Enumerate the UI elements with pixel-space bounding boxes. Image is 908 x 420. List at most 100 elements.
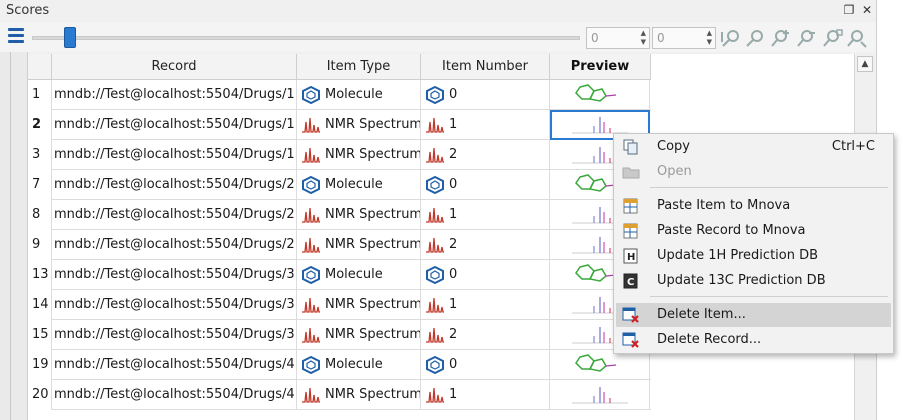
zoom-out-icon[interactable] (796, 28, 818, 48)
row-number[interactable]: 13 (28, 260, 52, 290)
row-number[interactable]: 7 (28, 170, 52, 200)
row-number[interactable]: 1 (28, 80, 52, 110)
item-type-cell[interactable]: NMR Spectrum (297, 320, 421, 350)
item-number-cell[interactable]: 2 (421, 230, 550, 260)
item-type-cell[interactable]: NMR Spectrum (297, 110, 421, 140)
zoom-in-icon[interactable] (770, 28, 792, 48)
record-cell[interactable]: mndb://Test@localhost:5504/Drugs/4 (52, 380, 297, 410)
item-type-cell[interactable]: NMR Spectrum (297, 140, 421, 170)
zoom-previous-icon[interactable] (744, 28, 766, 48)
menu-item-update-13c[interactable]: C Update 13C Prediction DB (616, 269, 891, 293)
menu-item-paste-record[interactable]: Paste Record to Mnova (616, 219, 891, 243)
column-header-record[interactable]: Record (52, 54, 297, 80)
preview-cell[interactable] (550, 80, 650, 110)
record-cell[interactable]: mndb://Test@localhost:5504/Drugs/3 (52, 320, 297, 350)
spin-arrows-icon[interactable]: ▲ ▼ (641, 29, 646, 47)
menu-item-delete-record[interactable]: Delete Record... (616, 328, 891, 352)
item-type-cell[interactable]: Molecule (297, 260, 421, 290)
item-number-label: 2 (449, 327, 458, 342)
nmr-spectrum-icon (425, 296, 445, 314)
menu-item-update-1h[interactable]: H Update 1H Prediction DB (616, 244, 891, 268)
menu-label: Delete Item... (657, 307, 746, 322)
zoom-first-icon[interactable] (720, 28, 742, 48)
menu-label: Paste Record to Mnova (657, 223, 806, 238)
delete-table-icon (622, 332, 640, 348)
item-number-cell[interactable]: 0 (421, 350, 550, 380)
menu-item-paste-item[interactable]: Paste Item to Mnova (616, 194, 891, 218)
nmr-spectrum-icon (425, 386, 445, 404)
column-header-preview[interactable]: Preview (550, 54, 651, 80)
table-row[interactable]: 8 mndb://Test@localhost:5504/Drugs/2 NMR S… (28, 200, 651, 230)
item-type-cell[interactable]: NMR Spectrum (297, 200, 421, 230)
record-cell[interactable]: mndb://Test@localhost:5504/Drugs/1 (52, 110, 297, 140)
table-row[interactable]: 1 mndb://Test@localhost:5504/Drugs/1 Molec… (28, 80, 651, 110)
slider-handle[interactable] (64, 27, 76, 48)
row-number[interactable]: 2 (28, 110, 52, 140)
item-number-cell[interactable]: 0 (421, 260, 550, 290)
table-row[interactable]: 7 mndb://Test@localhost:5504/Drugs/2 Molec… (28, 170, 651, 200)
item-type-cell[interactable]: NMR Spectrum (297, 230, 421, 260)
preview-cell[interactable] (550, 350, 650, 380)
table-row[interactable]: 14 mndb://Test@localhost:5504/Drugs/3 NMR … (28, 290, 651, 320)
range-to-spinbox[interactable]: 0 ▲ ▼ (652, 27, 716, 49)
row-number[interactable]: 8 (28, 200, 52, 230)
record-cell[interactable]: mndb://Test@localhost:5504/Drugs/4 (52, 350, 297, 380)
row-number[interactable]: 19 (28, 350, 52, 380)
scroll-up-icon[interactable]: ▲ (857, 56, 873, 72)
item-type-label: NMR Spectrum (325, 387, 421, 402)
table-row[interactable]: 9 mndb://Test@localhost:5504/Drugs/2 NMR S… (28, 230, 651, 260)
table-row[interactable]: 3 mndb://Test@localhost:5504/Drugs/1 NMR S… (28, 140, 651, 170)
spin-arrows-icon[interactable]: ▲ ▼ (707, 29, 712, 47)
menu-icon[interactable] (8, 28, 24, 44)
item-number-cell[interactable]: 1 (421, 200, 550, 230)
record-cell[interactable]: mndb://Test@localhost:5504/Drugs/1 (52, 80, 297, 110)
item-number-cell[interactable]: 0 (421, 170, 550, 200)
svg-text:C: C (627, 277, 634, 288)
item-number-cell[interactable]: 1 (421, 110, 550, 140)
item-number-cell[interactable]: 0 (421, 80, 550, 110)
record-cell[interactable]: mndb://Test@localhost:5504/Drugs/2 (52, 170, 297, 200)
float-window-icon[interactable]: ❐ (842, 2, 856, 18)
record-cell[interactable]: mndb://Test@localhost:5504/Drugs/2 (52, 230, 297, 260)
item-number-cell[interactable]: 2 (421, 320, 550, 350)
record-cell[interactable]: mndb://Test@localhost:5504/Drugs/1 (52, 140, 297, 170)
table-row[interactable]: 20 mndb://Test@localhost:5504/Drugs/4 NMR … (28, 380, 651, 410)
item-number-cell[interactable]: 2 (421, 140, 550, 170)
record-cell[interactable]: mndb://Test@localhost:5504/Drugs/3 (52, 290, 297, 320)
table-row[interactable]: 15 mndb://Test@localhost:5504/Drugs/3 NMR … (28, 320, 651, 350)
table-row[interactable]: 19 mndb://Test@localhost:5504/Drugs/4 Mole… (28, 350, 651, 380)
menu-label: Paste Item to Mnova (657, 198, 791, 213)
item-type-cell[interactable]: Molecule (297, 350, 421, 380)
item-number-cell[interactable]: 1 (421, 290, 550, 320)
item-number-cell[interactable]: 1 (421, 380, 550, 410)
window-titlebar: Scores ❐ ✕ (0, 0, 876, 22)
record-slider[interactable] (32, 36, 580, 40)
table-row[interactable]: 13 mndb://Test@localhost:5504/Drugs/3 Mole… (28, 260, 651, 290)
item-type-cell[interactable]: Molecule (297, 170, 421, 200)
record-cell[interactable]: mndb://Test@localhost:5504/Drugs/2 (52, 200, 297, 230)
table-row[interactable]: 2 mndb://Test@localhost:5504/Drugs/1 NMR S… (28, 110, 651, 140)
row-number[interactable]: 3 (28, 140, 52, 170)
item-type-cell[interactable]: NMR Spectrum (297, 290, 421, 320)
menu-item-delete-item[interactable]: Delete Item... (616, 303, 891, 327)
preview-cell[interactable] (550, 380, 650, 410)
item-number-label: 0 (449, 177, 458, 192)
item-type-cell[interactable]: Molecule (297, 80, 421, 110)
zoom-reset-icon[interactable] (846, 28, 868, 48)
row-number[interactable]: 14 (28, 290, 52, 320)
row-number[interactable]: 20 (28, 380, 52, 410)
column-header-item-type[interactable]: Item Type (297, 54, 421, 80)
close-window-icon[interactable]: ✕ (860, 2, 874, 18)
record-cell[interactable]: mndb://Test@localhost:5504/Drugs/3 (52, 260, 297, 290)
menu-item-copy[interactable]: Copy Ctrl+C (616, 135, 891, 159)
menu-item-open[interactable]: Open (616, 160, 891, 184)
row-number[interactable]: 15 (28, 320, 52, 350)
column-header-item-number[interactable]: Item Number (421, 54, 550, 80)
zoom-fit-icon[interactable] (822, 28, 844, 48)
item-type-cell[interactable]: NMR Spectrum (297, 380, 421, 410)
range-from-spinbox[interactable]: 0 ▲ ▼ (586, 27, 650, 49)
row-number[interactable]: 9 (28, 230, 52, 260)
item-type-label: NMR Spectrum (325, 117, 421, 132)
molecule-icon (301, 175, 321, 194)
nmr-spectrum-icon (301, 296, 321, 314)
